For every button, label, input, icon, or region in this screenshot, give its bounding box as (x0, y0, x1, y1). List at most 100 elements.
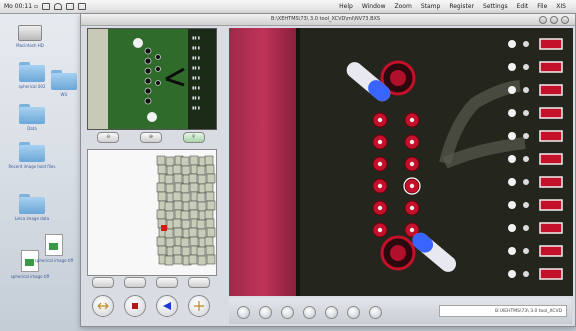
zoom-in-button[interactable]: ⊕ (139, 132, 162, 143)
battery-icon (42, 3, 51, 10)
tool-button-3[interactable] (281, 306, 294, 319)
close-button[interactable] (561, 16, 569, 24)
map-control-3[interactable] (156, 277, 178, 288)
zoom-button[interactable] (550, 16, 558, 24)
overview-tile (164, 201, 174, 212)
menu-settings[interactable]: Settings (483, 3, 508, 10)
menu-register[interactable]: Register (449, 3, 474, 10)
stop-button[interactable] (124, 295, 146, 317)
smd-component (539, 245, 563, 257)
svg-text:▮▮ ▮: ▮▮ ▮ (192, 35, 200, 40)
overview-tile (189, 182, 199, 193)
pad-hole (409, 227, 415, 233)
overview-tile (165, 183, 175, 194)
overview-tile (165, 237, 175, 248)
pad-hole (377, 227, 383, 233)
map-control-4[interactable] (188, 277, 210, 288)
overview-tile (156, 182, 166, 193)
desktop: Mo 00:11 ▫ Help Window Zoom Stamp Regist… (0, 0, 576, 331)
pad-hole (377, 117, 383, 123)
overview-map[interactable] (87, 149, 217, 276)
tool-button-2[interactable] (259, 306, 272, 319)
desktop-icon-label: spherical 002 (18, 84, 46, 89)
hard-drive-icon (18, 25, 42, 41)
menu-help[interactable]: Help (339, 3, 353, 10)
overview-tile (157, 191, 167, 202)
desktop-icon-document[interactable]: spherical image tiff (30, 234, 78, 263)
cross-arrows-icon (194, 301, 204, 311)
image-file-icon (45, 234, 63, 256)
overview-tile (172, 245, 182, 256)
viewer-window: B:\XEHTMS\73\ 3.0 tool_XCVD\ml\NV73.BXS … (80, 13, 576, 327)
double-arrow-icon (97, 302, 109, 310)
zoom-out-button[interactable]: ⊖ (97, 132, 120, 143)
smd-component (539, 84, 563, 96)
pcb-thumbnail-image: ▮▮ ▮ ▮▮ ▮ ▮▮ ▮ ▮▮ ▮ ▮▮ ▮ ▮▮ ▮ ▮▮ ▮ ▮▮ ▮ (88, 29, 216, 129)
minimize-button[interactable] (539, 16, 547, 24)
overview-tile (165, 210, 175, 221)
via-dot (523, 41, 529, 47)
tool-button-1[interactable] (237, 306, 250, 319)
menu-zoom[interactable]: Zoom (395, 3, 412, 10)
desktop-icon-folder[interactable]: Leica image data (2, 194, 62, 221)
pad-hole (377, 205, 383, 211)
tool-button-6[interactable] (347, 306, 360, 319)
status-field: B:\XEHTMS\73\ 3.0 tool_XCVD (439, 305, 567, 317)
pad-hole (409, 183, 415, 189)
folder-icon (19, 194, 45, 214)
svg-text:▮▮ ▮: ▮▮ ▮ (192, 65, 200, 70)
overview-tile (204, 182, 214, 193)
tool-button-5[interactable] (325, 306, 338, 319)
overview-tile (180, 183, 190, 194)
move-button[interactable] (188, 295, 210, 317)
desktop-icon-label: Macintosh HD (16, 43, 44, 48)
pad-hole (409, 139, 415, 145)
overview-tile (197, 174, 207, 185)
desktop-icon-folder[interactable]: Data (2, 104, 62, 131)
menu-app[interactable]: XIS (556, 3, 566, 10)
overview-tile (206, 173, 216, 184)
desktop-icon-folder[interactable]: WU (44, 70, 84, 97)
stop-icon (132, 303, 138, 309)
play-icon (163, 302, 171, 310)
smd-component (539, 268, 563, 280)
menu-stamp[interactable]: Stamp (421, 3, 441, 10)
play-button[interactable] (156, 295, 178, 317)
smd-component (539, 130, 563, 142)
window-titlebar[interactable]: B:\XEHTMS\73\ 3.0 tool_XCVD\ml\NV73.BXS (81, 14, 575, 26)
tool-button-7[interactable] (369, 306, 382, 319)
folder-icon (19, 62, 45, 82)
overview-tile (181, 246, 191, 257)
thumbnail-preview[interactable]: ▮▮ ▮ ▮▮ ▮ ▮▮ ▮ ▮▮ ▮ ▮▮ ▮ ▮▮ ▮ ▮▮ ▮ ▮▮ ▮ (87, 28, 217, 130)
overview-tile (196, 246, 206, 257)
overview-tile (204, 155, 214, 166)
desktop-icon-folder[interactable]: Recent image hold files (2, 142, 62, 169)
menu-file[interactable]: File (537, 3, 547, 10)
via-dot (508, 155, 516, 163)
via-dot (523, 248, 529, 254)
overview-tile (197, 228, 207, 239)
map-control-2[interactable] (124, 277, 146, 288)
via-dot (523, 156, 529, 162)
desktop-icon-drive[interactable]: Macintosh HD (0, 25, 60, 48)
scroll-left-button[interactable] (92, 295, 114, 317)
volume-icon (66, 3, 75, 10)
smd-component (539, 199, 563, 211)
overview-tile (196, 192, 206, 203)
menu-window[interactable]: Window (362, 3, 386, 10)
smd-component (539, 222, 563, 234)
overview-tile (197, 201, 207, 212)
link-icon: ⚲ (191, 134, 196, 140)
via-dot (508, 201, 516, 209)
menu-bar: Mo 00:11 ▫ Help Window Zoom Stamp Regist… (0, 0, 576, 14)
tool-button-4[interactable] (303, 306, 316, 319)
main-image-view[interactable] (229, 28, 573, 296)
overview-tile (164, 255, 174, 266)
overview-tile (189, 236, 199, 247)
map-control-1[interactable] (92, 277, 114, 288)
via-dot (523, 87, 529, 93)
magnifier-plus-icon: ⊕ (148, 134, 154, 140)
menu-edit[interactable]: Edit (517, 3, 529, 10)
link-view-button[interactable]: ⚲ (182, 132, 205, 143)
folder-icon (51, 70, 77, 90)
